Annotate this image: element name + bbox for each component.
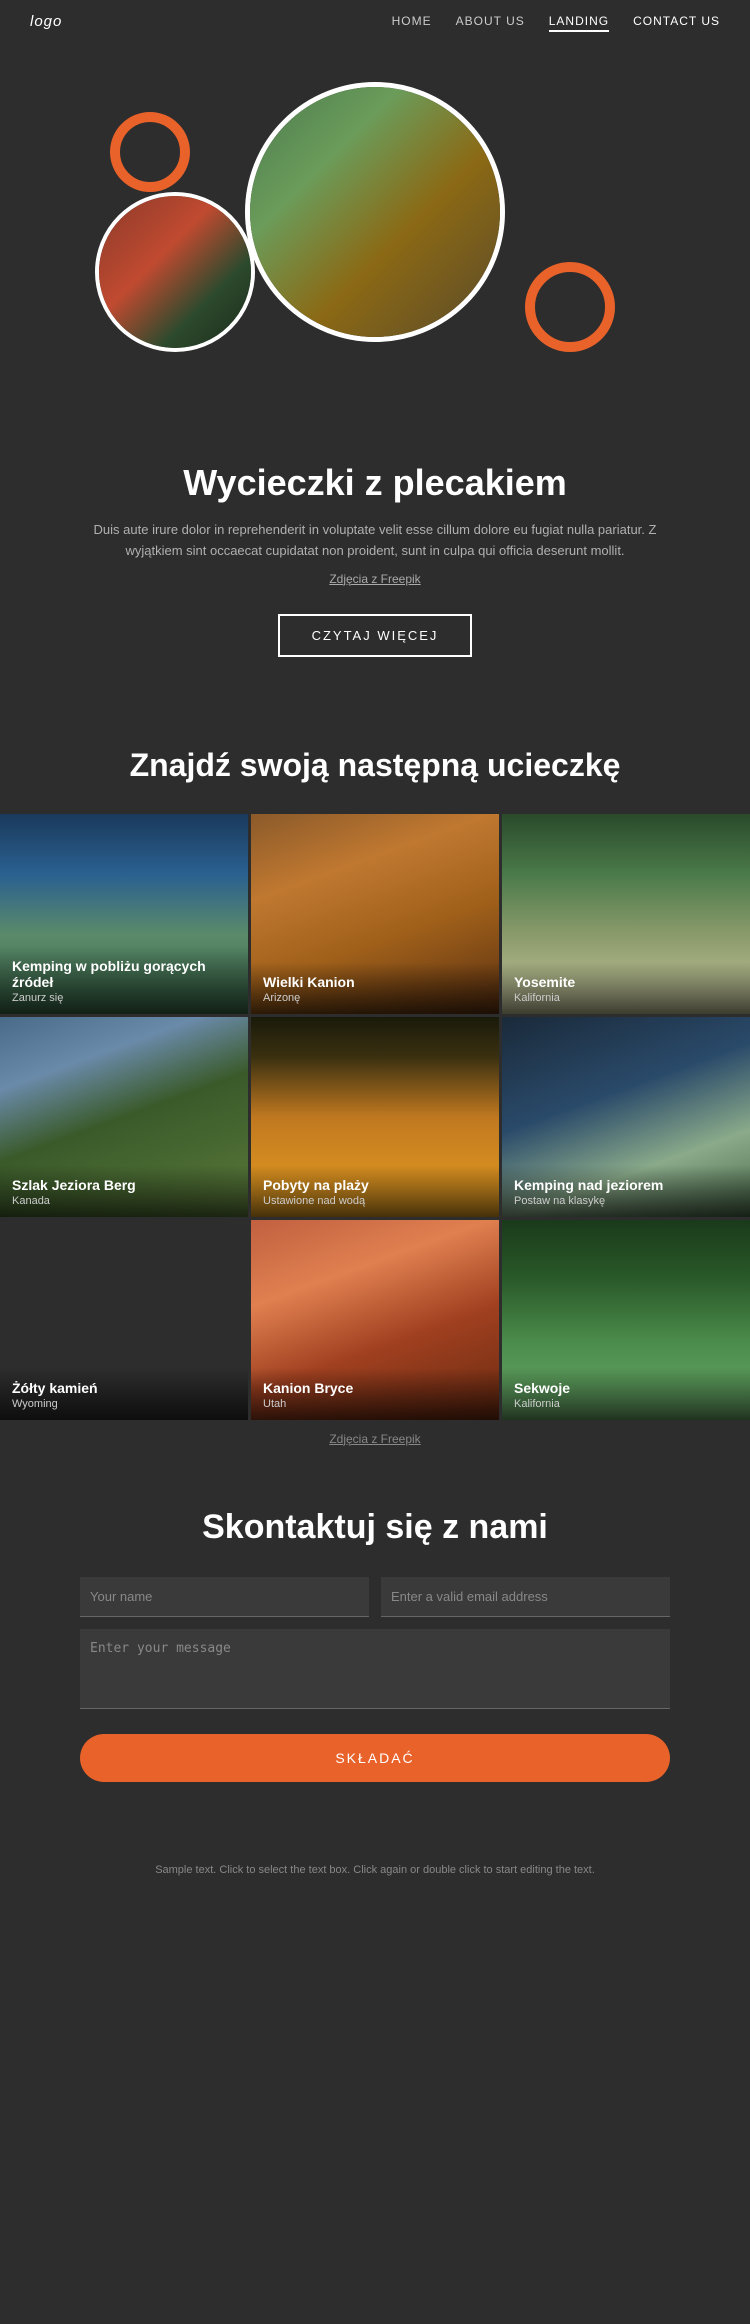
nav-item-landing[interactable]: LANDING (549, 12, 609, 30)
message-textarea[interactable] (80, 1629, 670, 1709)
grid-overlay-8: Sekwoje Kalifornia (502, 1368, 750, 1420)
footer-text: Sample text. Click to select the text bo… (80, 1862, 670, 1880)
grid-overlay-1: Wielki Kanion Arizonę (251, 962, 499, 1014)
grid-item-4[interactable]: Pobyty na plaży Ustawione nad wodą (251, 1017, 499, 1217)
grid-title-8: Sekwoje (514, 1380, 738, 1396)
grid-sub-0: Zanurz się (12, 992, 236, 1004)
grid-overlay-0: Kemping w pobliżu gorących źródeł Zanurz… (0, 946, 248, 1014)
grid-item-0[interactable]: Kemping w pobliżu gorących źródeł Zanurz… (0, 814, 248, 1014)
grid-title-0: Kemping w pobliżu gorących źródeł (12, 958, 236, 990)
grid-title-6: Żółty kamień (12, 1380, 236, 1396)
hero-description: Duis aute irure dolor in reprehenderit i… (80, 520, 670, 562)
grid-item-5[interactable]: Kemping nad jeziorem Postaw na klasykę (502, 1017, 750, 1217)
navbar: logo HOME ABOUT US LANDING CONTACT US (0, 0, 750, 42)
grid-sub-6: Wyoming (12, 1398, 236, 1410)
email-input[interactable] (381, 1577, 670, 1617)
form-name-email-row (80, 1577, 670, 1617)
orange-ring-topleft-icon (110, 112, 190, 192)
nav-link-home[interactable]: HOME (392, 14, 432, 28)
contact-section: Skontaktuj się z nami SKŁADAĆ (0, 1458, 750, 1842)
grid-sub-3: Kanada (12, 1195, 236, 1207)
hero-main-circle (245, 82, 505, 342)
grid-sub-4: Ustawione nad wodą (263, 1195, 487, 1207)
nav-link-contact[interactable]: CONTACT US (633, 14, 720, 28)
grid-item-1[interactable]: Wielki Kanion Arizonę (251, 814, 499, 1014)
nav-item-home[interactable]: HOME (392, 12, 432, 30)
orange-ring-right-icon (525, 262, 615, 352)
hero-small-circle (95, 192, 255, 352)
contact-form: SKŁADAĆ (80, 1577, 670, 1782)
nav-links: HOME ABOUT US LANDING CONTACT US (392, 12, 720, 30)
grid-sub-5: Postaw na klasykę (514, 1195, 738, 1207)
name-input[interactable] (80, 1577, 369, 1617)
grid-overlay-6: Żółty kamień Wyoming (0, 1368, 248, 1420)
find-section: Znajdź swoją następną ucieczkę (0, 697, 750, 814)
hero-couple-image (99, 196, 251, 348)
grid-overlay-3: Szlak Jeziora Berg Kanada (0, 1165, 248, 1217)
contact-title: Skontaktuj się z nami (80, 1508, 670, 1547)
hero-main-image (250, 87, 500, 337)
nav-item-contact[interactable]: CONTACT US (633, 12, 720, 30)
grid-sub-2: Kalifornia (514, 992, 738, 1004)
destinations-grid: Kemping w pobliżu gorących źródeł Zanurz… (0, 814, 750, 1420)
find-title: Znajdź swoją następną ucieczkę (0, 747, 750, 784)
grid-item-3[interactable]: Szlak Jeziora Berg Kanada (0, 1017, 248, 1217)
grid-overlay-7: Kanion Bryce Utah (251, 1368, 499, 1420)
grid-title-4: Pobyty na plaży (263, 1177, 487, 1193)
read-more-button[interactable]: CZYTAJ WIĘCEJ (278, 614, 473, 657)
hero-circles (0, 72, 750, 432)
grid-freepik-link[interactable]: Zdjęcia z Freepik (0, 1420, 750, 1458)
grid-item-7[interactable]: Kanion Bryce Utah (251, 1220, 499, 1420)
grid-overlay-2: Yosemite Kalifornia (502, 962, 750, 1014)
nav-link-about[interactable]: ABOUT US (456, 14, 525, 28)
grid-title-7: Kanion Bryce (263, 1380, 487, 1396)
grid-sub-7: Utah (263, 1398, 487, 1410)
grid-sub-1: Arizonę (263, 992, 487, 1004)
grid-overlay-4: Pobyty na plaży Ustawione nad wodą (251, 1165, 499, 1217)
nav-item-about[interactable]: ABOUT US (456, 12, 525, 30)
grid-title-3: Szlak Jeziora Berg (12, 1177, 236, 1193)
hero-section: Wycieczki z plecakiem Duis aute irure do… (0, 42, 750, 697)
nav-link-landing[interactable]: LANDING (549, 14, 609, 32)
grid-overlay-5: Kemping nad jeziorem Postaw na klasykę (502, 1165, 750, 1217)
hero-title: Wycieczki z plecakiem (80, 462, 670, 504)
grid-title-2: Yosemite (514, 974, 738, 990)
logo[interactable]: logo (30, 13, 62, 30)
footer: Sample text. Click to select the text bo… (0, 1842, 750, 1910)
hero-freepik-link[interactable]: Zdjęcia z Freepik (80, 572, 670, 586)
grid-item-2[interactable]: Yosemite Kalifornia (502, 814, 750, 1014)
grid-item-6[interactable]: Żółty kamień Wyoming (0, 1220, 248, 1420)
grid-title-5: Kemping nad jeziorem (514, 1177, 738, 1193)
grid-sub-8: Kalifornia (514, 1398, 738, 1410)
grid-item-8[interactable]: Sekwoje Kalifornia (502, 1220, 750, 1420)
submit-button[interactable]: SKŁADAĆ (80, 1734, 670, 1782)
grid-title-1: Wielki Kanion (263, 974, 487, 990)
hero-text: Wycieczki z plecakiem Duis aute irure do… (0, 442, 750, 657)
